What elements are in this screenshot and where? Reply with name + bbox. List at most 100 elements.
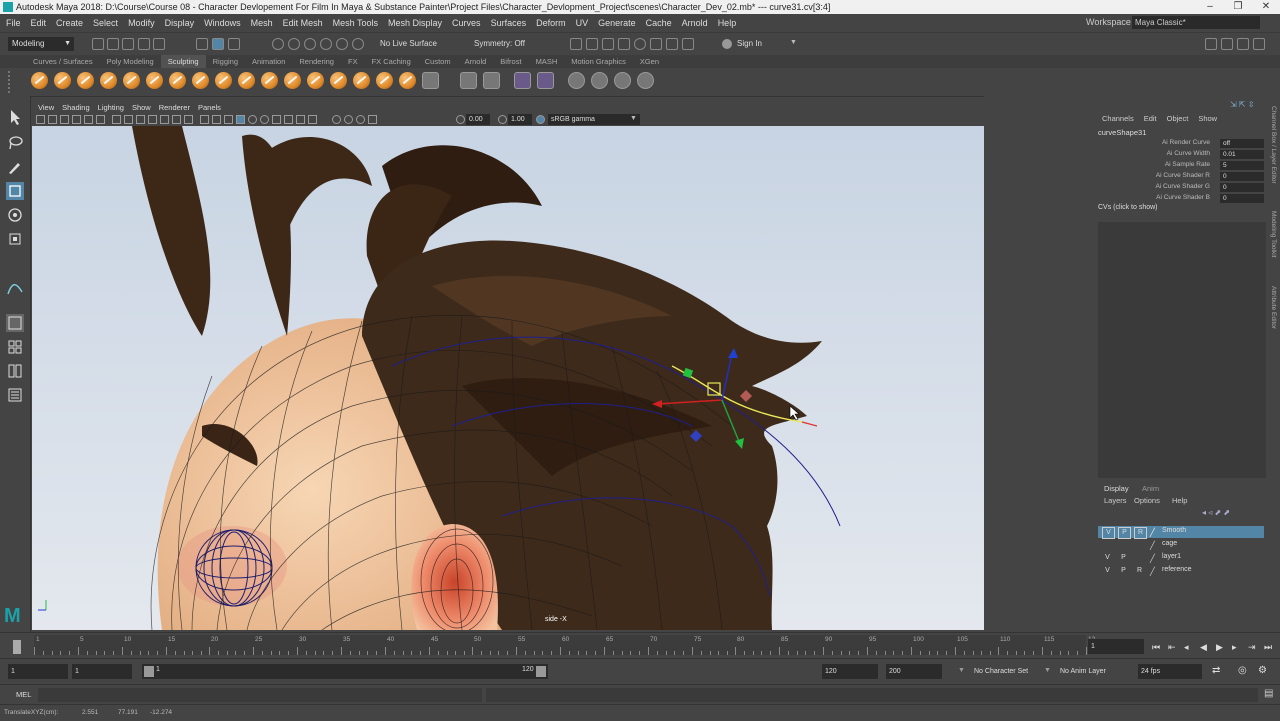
- pose-space-icon[interactable]: [591, 72, 608, 89]
- attr-row[interactable]: Ai Sample Rate 5: [1096, 161, 1268, 171]
- mel-input[interactable]: [38, 688, 482, 702]
- menu-curves[interactable]: Curves: [452, 18, 481, 28]
- viewport-side[interactable]: side -X: [32, 126, 984, 630]
- render-settings-icon[interactable]: [618, 38, 630, 50]
- vp-menu-view[interactable]: View: [38, 103, 54, 112]
- layer-menu-help[interactable]: Help: [1172, 496, 1187, 505]
- workspace-select[interactable]: Maya Classic*: [1132, 16, 1260, 29]
- pinch-tool-icon[interactable]: [123, 72, 140, 89]
- go-to-start-icon[interactable]: ⏮: [1152, 642, 1160, 653]
- layer-row[interactable]: V P R ╱ reference: [1098, 565, 1264, 577]
- select-object-icon[interactable]: [212, 38, 224, 50]
- wax-tool-icon[interactable]: [261, 72, 278, 89]
- rotate-tool-icon[interactable]: [6, 206, 24, 224]
- field-chart-icon[interactable]: [160, 115, 169, 124]
- channel-box-dock-icons[interactable]: ⇲ ⇱ ⇳: [1230, 100, 1255, 109]
- open-scene-icon[interactable]: [107, 38, 119, 50]
- vp-menu-show[interactable]: Show: [132, 103, 151, 112]
- sign-in-button[interactable]: Sign In: [737, 39, 762, 48]
- cb-menu-object[interactable]: Object: [1167, 114, 1189, 123]
- select-component-icon[interactable]: [228, 38, 240, 50]
- repeat-tool-icon[interactable]: [215, 72, 232, 89]
- symmetry-label[interactable]: Symmetry: Off: [474, 39, 525, 48]
- shelf-tab-curves-surfaces[interactable]: Curves / Surfaces: [26, 55, 100, 68]
- color-management-icon[interactable]: [536, 115, 545, 124]
- attr-row[interactable]: Ai Curve Shader B 0: [1096, 194, 1268, 204]
- character-set-dropdown[interactable]: No Character Set: [974, 668, 1028, 675]
- layer-visibility[interactable]: V: [1102, 566, 1113, 576]
- ambient-occlusion-icon[interactable]: [284, 115, 293, 124]
- attr-row[interactable]: Ai Render Curve off: [1096, 139, 1268, 149]
- menu-edit-mesh[interactable]: Edit Mesh: [283, 18, 323, 28]
- layer-menu-layers[interactable]: Layers: [1104, 496, 1127, 505]
- time-slider[interactable]: 1 5 10 15 20 25 30 35 40 45 50 55 60 65 70 75 80 85 90 95 10…: [34, 635, 1095, 655]
- cb-menu-channels[interactable]: Channels: [1102, 114, 1134, 123]
- minimize-button[interactable]: –: [1196, 0, 1224, 14]
- layer-row[interactable]: ╱ cage: [1098, 539, 1264, 551]
- range-slider-end-handle[interactable]: [536, 666, 546, 677]
- unmask-tool-icon[interactable]: [483, 72, 500, 89]
- vp-menu-lighting[interactable]: Lighting: [98, 103, 124, 112]
- exposure-field[interactable]: 0.00: [466, 114, 490, 125]
- cb-menu-edit[interactable]: Edit: [1144, 114, 1157, 123]
- attr-value[interactable]: 0: [1220, 183, 1264, 192]
- layer-visibility[interactable]: [1102, 540, 1113, 550]
- save-scene-icon[interactable]: [122, 38, 134, 50]
- amplify-tool-icon[interactable]: [399, 72, 416, 89]
- menu-edit[interactable]: Edit: [31, 18, 47, 28]
- layer-playback[interactable]: [1118, 540, 1129, 550]
- menu-file[interactable]: File: [6, 18, 21, 28]
- shelf-tab-mash[interactable]: MASH: [529, 55, 565, 68]
- render-current-icon[interactable]: [586, 38, 598, 50]
- shelf-tab-custom[interactable]: Custom: [418, 55, 458, 68]
- gamma-field[interactable]: 1.00: [508, 114, 532, 125]
- flatten-tool-icon[interactable]: [146, 72, 163, 89]
- bookmarks-icon[interactable]: [60, 115, 69, 124]
- layer-playback[interactable]: P: [1118, 527, 1131, 539]
- render-view-icon[interactable]: [570, 38, 582, 50]
- four-view-layout-icon[interactable]: [6, 338, 24, 356]
- paint-select-icon[interactable]: [6, 158, 24, 176]
- snap-surface-icon[interactable]: [336, 38, 348, 50]
- range-slider-start-handle[interactable]: [144, 666, 154, 677]
- relax-tool-icon[interactable]: [77, 72, 94, 89]
- use-all-lights-icon[interactable]: [260, 115, 269, 124]
- xray-icon[interactable]: [344, 115, 353, 124]
- menu-generate[interactable]: Generate: [598, 18, 636, 28]
- shelf-tab-animation[interactable]: Animation: [245, 55, 292, 68]
- layer-name[interactable]: Smooth: [1162, 527, 1186, 534]
- layer-visibility[interactable]: V: [1102, 553, 1113, 563]
- menu-set-dropdown[interactable]: Modeling ▼: [8, 37, 74, 51]
- textured-icon[interactable]: [248, 115, 257, 124]
- layer-name[interactable]: layer1: [1162, 553, 1181, 560]
- wireframe-on-shaded-icon[interactable]: [236, 115, 245, 124]
- arnold-options-icon[interactable]: [682, 38, 694, 50]
- step-forward-frame-icon[interactable]: ▸: [1232, 642, 1237, 653]
- layer-row[interactable]: V P ╱ layer1: [1098, 552, 1264, 564]
- layer-reference[interactable]: R: [1134, 566, 1145, 576]
- playback-end-field[interactable]: 120: [822, 664, 878, 679]
- shelf-tab-fx-caching[interactable]: FX Caching: [365, 55, 418, 68]
- menu-mesh[interactable]: Mesh: [251, 18, 273, 28]
- attr-value[interactable]: 0.01: [1220, 150, 1264, 159]
- menu-cache[interactable]: Cache: [646, 18, 672, 28]
- cb-menu-show[interactable]: Show: [1198, 114, 1217, 123]
- side-tab-channel-box[interactable]: Channel Box / Layer Editor: [1270, 106, 1277, 184]
- attr-row[interactable]: Ai Curve Shader R 0: [1096, 172, 1268, 182]
- object-name[interactable]: curveShape31: [1098, 128, 1146, 137]
- layer-name[interactable]: reference: [1162, 566, 1192, 573]
- safe-action-icon[interactable]: [172, 115, 181, 124]
- menu-select[interactable]: Select: [93, 18, 118, 28]
- undo-icon[interactable]: [138, 38, 150, 50]
- single-perspective-layout-icon[interactable]: [6, 314, 24, 332]
- foamy-tool-icon[interactable]: [169, 72, 186, 89]
- select-camera-icon[interactable]: [36, 115, 45, 124]
- range-slider[interactable]: 1 120: [142, 664, 548, 679]
- layer-reference[interactable]: R: [1134, 527, 1147, 539]
- camera-attributes-icon[interactable]: [48, 115, 57, 124]
- modeling-toolkit-icon[interactable]: [1205, 38, 1217, 50]
- step-back-key-icon[interactable]: ⇤: [1168, 642, 1176, 653]
- anim-layer-chevron-icon[interactable]: ▼: [1044, 667, 1051, 674]
- select-hierarchy-icon[interactable]: [196, 38, 208, 50]
- menu-create[interactable]: Create: [56, 18, 83, 28]
